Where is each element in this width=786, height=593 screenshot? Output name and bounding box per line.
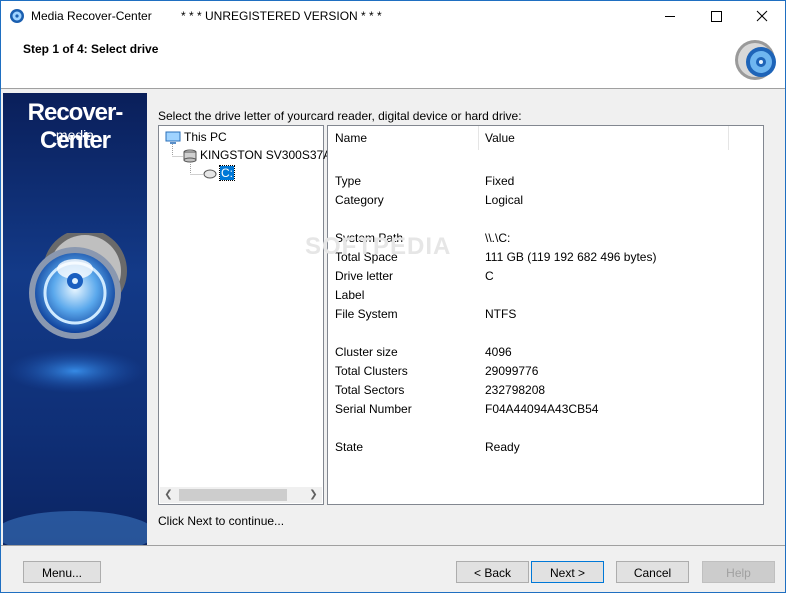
prop-name: State [335,440,364,454]
prop-value: C [485,269,494,283]
help-button[interactable]: Help [702,561,775,583]
minimize-button[interactable] [647,1,693,31]
prop-value: Fixed [485,174,515,188]
close-button[interactable] [739,1,785,31]
app-window: Media Recover-Center * * * UNREGISTERED … [0,0,786,593]
prop-name: Serial Number [335,402,412,416]
header-divider [1,88,785,89]
prop-value: \\.\C: [485,231,511,245]
prop-value: 232798208 [485,383,546,397]
tree-item-volume-c[interactable]: C: [203,165,235,181]
prop-value: F04A44094A43CB54 [485,402,599,416]
prop-value: NTFS [485,307,517,321]
brand-sidebar: Recover-Center media [3,93,147,545]
step-title: Step 1 of 4: Select drive [23,42,159,56]
tree-connector-2 [190,162,203,175]
column-header-name[interactable]: Name [335,126,367,150]
hard-disk-icon [183,149,197,163]
prop-value: Ready [485,440,520,454]
app-logo-icon [10,9,24,23]
wizard-header: Step 1 of 4: Select drive [1,31,785,88]
prop-name: Type [335,174,362,188]
prop-value: Logical [485,193,524,207]
prop-name: Drive letter [335,269,394,283]
instruction-text: Select the drive letter of yourcard read… [158,109,522,123]
tree-label-volume-c: C: [219,165,235,181]
tree-label-this-pc: This PC [184,130,227,144]
title-bar[interactable]: Media Recover-Center * * * UNREGISTERED … [1,1,785,31]
prop-name: Total Sectors [335,383,405,397]
maximize-button[interactable] [693,1,739,31]
column-divider[interactable] [478,126,479,150]
continue-hint: Click Next to continue... [158,514,285,528]
prop-name: Category [335,193,384,207]
prop-name: Total Clusters [335,364,408,378]
cancel-button[interactable]: Cancel [616,561,689,583]
prop-value: 29099776 [485,364,539,378]
unregistered-notice: * * * UNREGISTERED VERSION * * * [181,9,382,23]
disc-graphic-icon [3,233,147,545]
prop-value: 4096 [485,345,512,359]
prop-name: Cluster size [335,345,398,359]
recover-disc-icon [735,40,776,80]
prop-value: 111 GB (119 192 682 496 bytes) [485,250,657,264]
computer-icon [165,131,181,144]
scroll-right-icon[interactable]: ❯ [305,487,322,503]
window-title: Media Recover-Center [31,9,152,23]
close-icon [756,10,768,22]
brand-subtitle: media [55,127,95,143]
tree-item-disk[interactable]: KINGSTON SV300S37A [183,148,331,163]
tree-connector [172,144,183,157]
prop-name: Label [335,288,365,302]
prop-name: File System [335,307,398,321]
column-divider[interactable] [728,126,729,150]
tree-item-this-pc[interactable]: This PC [165,130,227,145]
tree-horizontal-scrollbar[interactable]: ❮ ❯ [160,487,322,503]
back-button[interactable]: < Back [456,561,529,583]
watermark: SOFTPEDIA [305,233,452,260]
scroll-left-icon[interactable]: ❮ [160,487,177,503]
next-button[interactable]: Next > [531,561,604,583]
drive-properties-list[interactable]: Name Value Type Fixed Category Logical S… [327,125,764,505]
scroll-thumb[interactable] [179,489,287,501]
column-header-value[interactable]: Value [485,126,515,150]
maximize-icon [711,11,722,22]
menu-button[interactable]: Menu... [23,561,101,583]
tree-label-disk: KINGSTON SV300S37A [200,148,332,162]
minimize-icon [665,16,675,17]
drive-tree[interactable]: This PC KINGSTON SV300S37A C: ❮ ❯ [158,125,331,505]
volume-icon [203,169,217,179]
footer-divider [1,545,785,546]
